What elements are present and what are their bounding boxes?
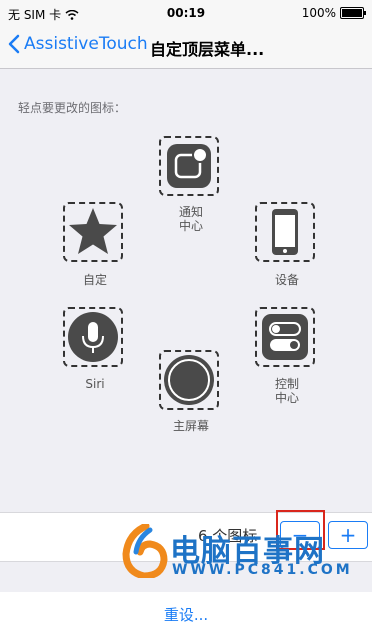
label-device: 设备 — [274, 273, 299, 287]
icon-slot-control[interactable] — [255, 307, 315, 367]
label-control-line2: 中心 — [274, 391, 299, 405]
label-notification-line2: 中心 — [178, 219, 203, 233]
icon-slot-siri[interactable] — [63, 307, 123, 367]
icon-slot-custom[interactable] — [63, 202, 123, 262]
notification-center-icon — [167, 144, 211, 188]
reset-row: 重设... — [0, 592, 372, 626]
label-control: 控制 中心 — [257, 377, 317, 405]
label-control-line1: 控制 — [274, 377, 299, 391]
status-right: 100% — [301, 6, 366, 20]
label-siri: Siri — [85, 377, 105, 391]
icon-slot-home[interactable] — [159, 350, 219, 410]
star-icon — [69, 208, 117, 254]
battery-percent: 100% — [301, 6, 336, 20]
status-bar: 无 SIM 卡 00:19 100% — [0, 0, 372, 26]
back-label: AssistiveTouch — [24, 34, 148, 54]
device-phone-icon — [272, 209, 298, 255]
navigation-bar: AssistiveTouch 自定顶层菜单... — [0, 26, 372, 69]
icon-slot-notification[interactable] — [159, 136, 219, 196]
watermark-logo-icon — [122, 524, 168, 578]
page-title: 自定顶层菜单... — [150, 40, 265, 59]
label-home: 主屏幕 — [172, 419, 209, 433]
control-center-toggle-icon — [262, 314, 308, 360]
label-notification: 通知 中心 — [161, 205, 221, 233]
reset-button[interactable]: 重设... — [0, 604, 372, 625]
microphone-icon — [68, 312, 118, 362]
icon-slot-device[interactable] — [255, 202, 315, 262]
instruction-text: 轻点要更改的图标： — [18, 101, 127, 115]
back-button[interactable]: AssistiveTouch — [8, 34, 148, 54]
watermark-url: WWW.PC841.COM — [172, 562, 353, 578]
label-custom: 自定 — [82, 273, 107, 287]
label-notification-line1: 通知 — [178, 205, 203, 219]
chevron-left-icon — [8, 34, 20, 54]
battery-icon — [340, 7, 366, 19]
home-button-icon — [164, 355, 214, 405]
watermark: 电脑百事网 WWW.PC841.COM — [120, 524, 360, 584]
